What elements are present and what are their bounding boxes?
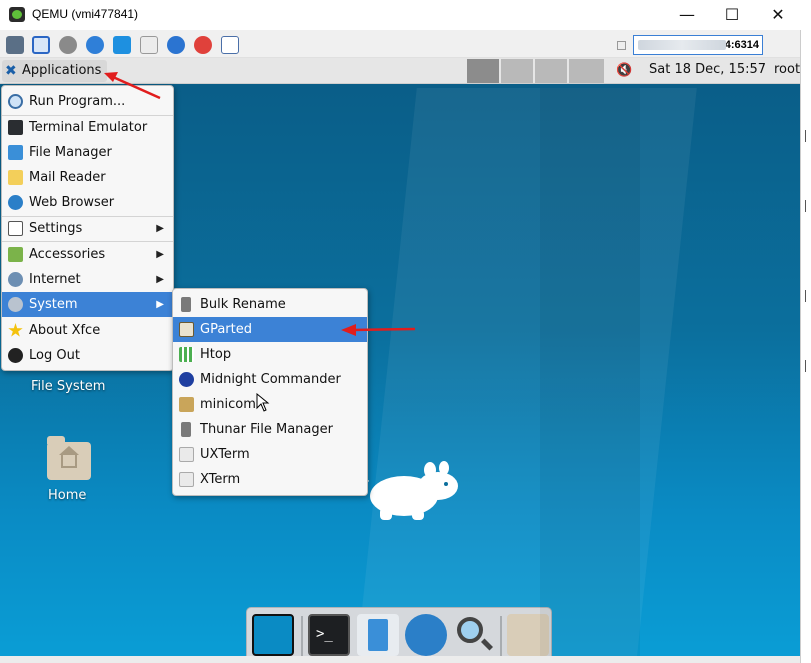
annotation-arrow-applications — [104, 72, 161, 100]
annotation-arrow-gparted — [341, 324, 416, 336]
window-bottom-strip — [0, 656, 800, 663]
annotation-arrows — [104, 72, 416, 336]
